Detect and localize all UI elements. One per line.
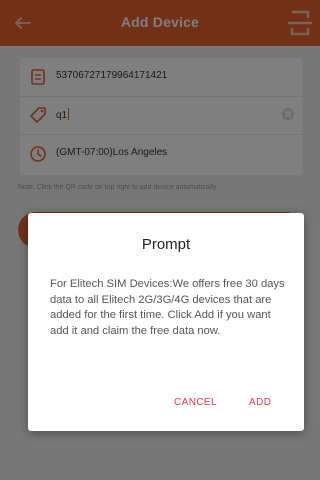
- cancel-button[interactable]: CANCEL: [174, 397, 217, 408]
- dialog-message: For Elitech SIM Devices:We offers free 3…: [50, 278, 285, 337]
- prompt-dialog: Prompt For Elitech SIM Devices:We offers…: [28, 213, 304, 431]
- add-button[interactable]: ADD: [249, 397, 271, 408]
- dialog-title: Prompt: [141, 236, 191, 253]
- add-device-screen: Add Device 53706727179964171421 q1: [0, 0, 320, 480]
